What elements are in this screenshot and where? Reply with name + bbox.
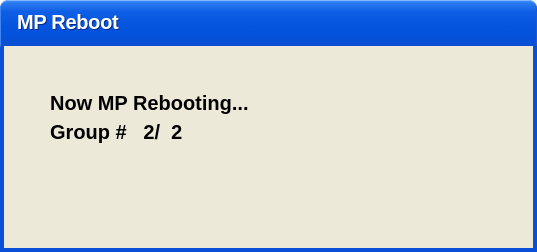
- reboot-status-text: Now MP Rebooting...: [50, 93, 249, 115]
- mp-reboot-dialog: MP Reboot Now MP Rebooting... Group # 2/…: [0, 0, 537, 252]
- group-progress-text: Group # 2/ 2: [50, 122, 183, 144]
- window-title: MP Reboot: [17, 12, 119, 34]
- dialog-body: Now MP Rebooting... Group # 2/ 2: [4, 46, 533, 248]
- title-bar[interactable]: MP Reboot: [0, 0, 537, 46]
